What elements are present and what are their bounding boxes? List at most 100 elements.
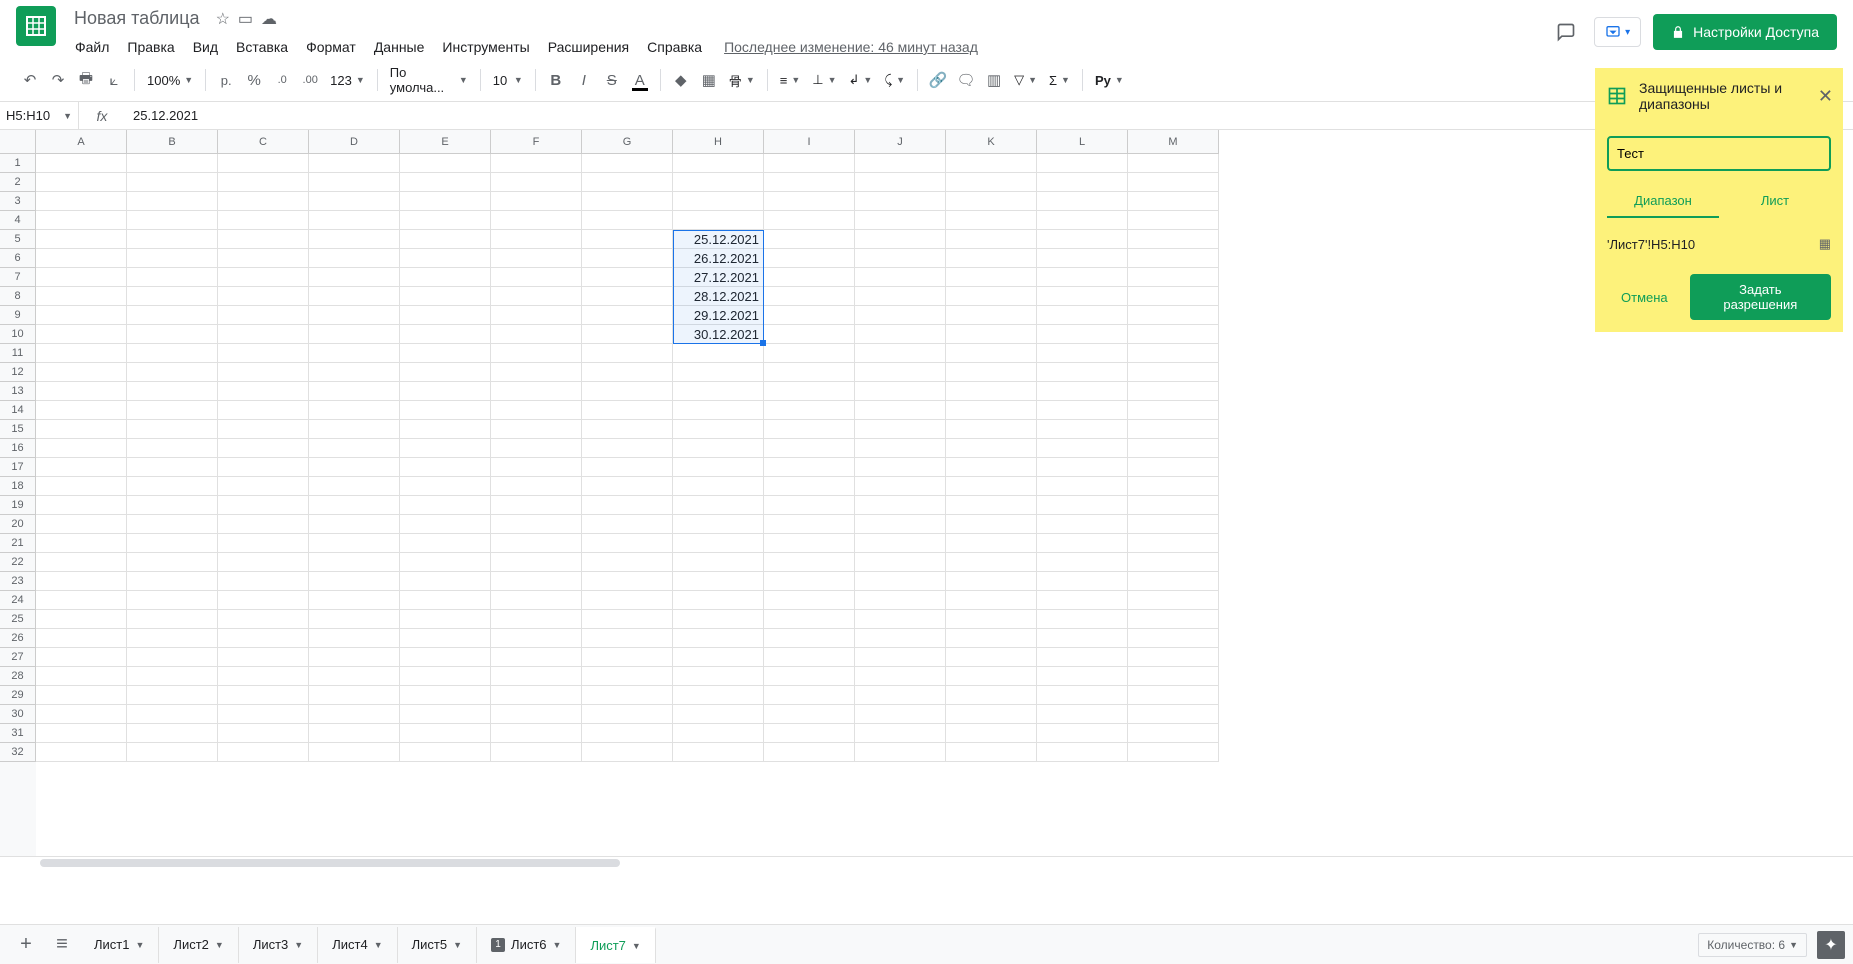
cell-D7[interactable] [309, 268, 400, 287]
cell-I2[interactable] [764, 173, 855, 192]
cell-A14[interactable] [36, 401, 127, 420]
row-header-24[interactable]: 24 [0, 591, 36, 610]
cell-I25[interactable] [764, 610, 855, 629]
cell-B32[interactable] [127, 743, 218, 762]
cell-M14[interactable] [1128, 401, 1219, 420]
cell-J18[interactable] [855, 477, 946, 496]
sheet-menu-icon[interactable]: ▼ [215, 940, 224, 950]
currency-button[interactable]: р. [212, 65, 240, 95]
cell-D10[interactable] [309, 325, 400, 344]
cell-J20[interactable] [855, 515, 946, 534]
cell-G4[interactable] [582, 211, 673, 230]
cell-G19[interactable] [582, 496, 673, 515]
cell-A12[interactable] [36, 363, 127, 382]
cell-D17[interactable] [309, 458, 400, 477]
cell-F32[interactable] [491, 743, 582, 762]
cell-F12[interactable] [491, 363, 582, 382]
cell-F28[interactable] [491, 667, 582, 686]
cell-C13[interactable] [218, 382, 309, 401]
formula-bar[interactable]: 25.12.2021 [125, 108, 1853, 123]
cell-G26[interactable] [582, 629, 673, 648]
cell-H24[interactable] [673, 591, 764, 610]
cell-I28[interactable] [764, 667, 855, 686]
cell-J12[interactable] [855, 363, 946, 382]
cell-J14[interactable] [855, 401, 946, 420]
sheet-tab-Лист3[interactable]: Лист3▼ [239, 927, 318, 963]
tab-range[interactable]: Диапазон [1607, 185, 1719, 218]
status-count[interactable]: Количество: 6▼ [1698, 933, 1807, 957]
cell-L25[interactable] [1037, 610, 1128, 629]
cell-J25[interactable] [855, 610, 946, 629]
select-all-corner[interactable] [0, 130, 36, 154]
cell-A17[interactable] [36, 458, 127, 477]
cell-C26[interactable] [218, 629, 309, 648]
row-header-23[interactable]: 23 [0, 572, 36, 591]
cell-D32[interactable] [309, 743, 400, 762]
cell-D29[interactable] [309, 686, 400, 705]
row-header-10[interactable]: 10 [0, 325, 36, 344]
cell-A29[interactable] [36, 686, 127, 705]
cell-K19[interactable] [946, 496, 1037, 515]
cell-G9[interactable] [582, 306, 673, 325]
cell-F18[interactable] [491, 477, 582, 496]
cell-C15[interactable] [218, 420, 309, 439]
row-header-31[interactable]: 31 [0, 724, 36, 743]
menu-вставка[interactable]: Вставка [229, 35, 295, 59]
comments-icon[interactable] [1550, 16, 1582, 48]
cell-F29[interactable] [491, 686, 582, 705]
cell-G27[interactable] [582, 648, 673, 667]
cell-L24[interactable] [1037, 591, 1128, 610]
cell-G14[interactable] [582, 401, 673, 420]
cell-M1[interactable] [1128, 154, 1219, 173]
cell-C2[interactable] [218, 173, 309, 192]
cell-F30[interactable] [491, 705, 582, 724]
cell-K16[interactable] [946, 439, 1037, 458]
cell-J2[interactable] [855, 173, 946, 192]
cell-C27[interactable] [218, 648, 309, 667]
cell-H2[interactable] [673, 173, 764, 192]
cell-C3[interactable] [218, 192, 309, 211]
cell-E29[interactable] [400, 686, 491, 705]
cell-I12[interactable] [764, 363, 855, 382]
redo-button[interactable]: ↷ [44, 65, 72, 95]
cell-B25[interactable] [127, 610, 218, 629]
row-header-16[interactable]: 16 [0, 439, 36, 458]
cell-I21[interactable] [764, 534, 855, 553]
row-header-5[interactable]: 5 [0, 230, 36, 249]
cell-K27[interactable] [946, 648, 1037, 667]
cell-E14[interactable] [400, 401, 491, 420]
cell-A20[interactable] [36, 515, 127, 534]
paint-format-button[interactable]: ⟀ [100, 65, 128, 95]
cell-A11[interactable] [36, 344, 127, 363]
cell-H6[interactable]: 26.12.2021 [673, 249, 764, 268]
row-header-14[interactable]: 14 [0, 401, 36, 420]
cell-F9[interactable] [491, 306, 582, 325]
cell-H28[interactable] [673, 667, 764, 686]
cell-D9[interactable] [309, 306, 400, 325]
cell-K30[interactable] [946, 705, 1037, 724]
cell-G25[interactable] [582, 610, 673, 629]
cell-L18[interactable] [1037, 477, 1128, 496]
cell-F5[interactable] [491, 230, 582, 249]
cell-I27[interactable] [764, 648, 855, 667]
cell-D24[interactable] [309, 591, 400, 610]
cell-J16[interactable] [855, 439, 946, 458]
cell-D13[interactable] [309, 382, 400, 401]
set-permissions-button[interactable]: Задать разрешения [1690, 274, 1831, 320]
cell-J23[interactable] [855, 572, 946, 591]
cell-C14[interactable] [218, 401, 309, 420]
cell-E30[interactable] [400, 705, 491, 724]
menu-инструменты[interactable]: Инструменты [435, 35, 536, 59]
cell-C7[interactable] [218, 268, 309, 287]
cell-I31[interactable] [764, 724, 855, 743]
cell-K4[interactable] [946, 211, 1037, 230]
cell-M31[interactable] [1128, 724, 1219, 743]
row-header-6[interactable]: 6 [0, 249, 36, 268]
cell-B26[interactable] [127, 629, 218, 648]
cell-M27[interactable] [1128, 648, 1219, 667]
cell-A21[interactable] [36, 534, 127, 553]
cell-J29[interactable] [855, 686, 946, 705]
cell-C19[interactable] [218, 496, 309, 515]
cell-M23[interactable] [1128, 572, 1219, 591]
row-header-4[interactable]: 4 [0, 211, 36, 230]
